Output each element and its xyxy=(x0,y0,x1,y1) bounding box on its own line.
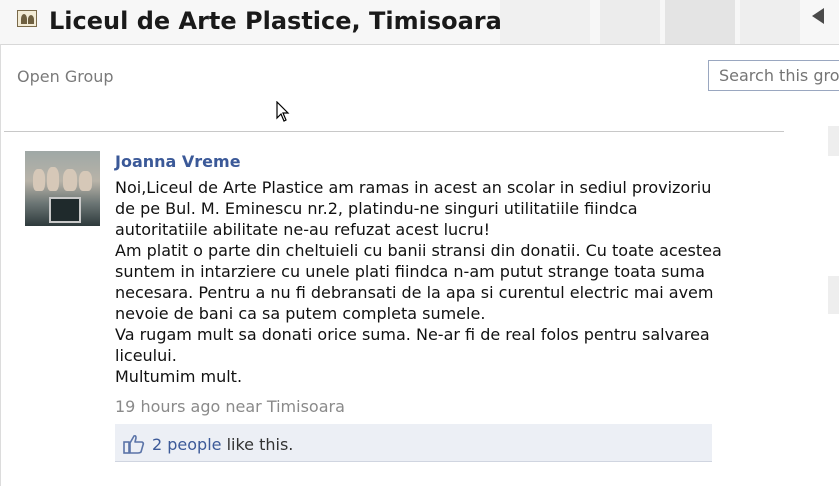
post-author-link[interactable]: Joanna Vreme xyxy=(115,152,241,171)
arrow-icon[interactable] xyxy=(812,8,824,24)
post-line: liceului. xyxy=(115,346,177,365)
likers-link[interactable]: 2 people xyxy=(152,435,222,454)
post-line: suntem in intarziere cu unele plati fiin… xyxy=(115,262,705,281)
divider xyxy=(4,131,784,132)
cover-photo-tile xyxy=(740,0,800,44)
like-summary: 2 people like this. xyxy=(115,424,712,462)
side-tile xyxy=(828,126,839,156)
mouse-cursor-icon xyxy=(276,101,290,122)
search-input[interactable] xyxy=(708,60,839,91)
post-line: Multumim mult. xyxy=(115,367,243,386)
group-header: Liceul de Arte Plastice, Timisoara xyxy=(0,0,839,45)
like-text: 2 people like this. xyxy=(152,435,293,454)
group-type-label: Open Group xyxy=(17,67,114,86)
cover-photo-tile xyxy=(665,0,735,44)
group-icon xyxy=(17,10,37,27)
post-line: Va rugam mult sa donati orice suma. Ne-a… xyxy=(115,325,710,344)
post-location[interactable]: near Timisoara xyxy=(225,397,345,416)
post-line: autoritatiile abilitate ne-au refuzat ac… xyxy=(115,220,491,239)
post-line: de pe Bul. M. Eminescu nr.2, platindu-ne… xyxy=(115,199,638,218)
post-line: Am platit o parte din cheltuieli cu bani… xyxy=(115,241,722,260)
side-tile xyxy=(828,276,839,314)
post-timestamp-link[interactable]: 19 hours ago xyxy=(115,397,220,416)
post-line: Noi,Liceul de Arte Plastice am ramas in … xyxy=(115,178,712,197)
post-body: Noi,Liceul de Arte Plastice am ramas in … xyxy=(115,177,775,387)
page-title: Liceul de Arte Plastice, Timisoara xyxy=(49,7,502,35)
thumbs-up-icon xyxy=(123,434,145,454)
avatar[interactable] xyxy=(25,151,100,226)
post-line: necesara. Pentru a nu fi debransati de l… xyxy=(115,283,714,302)
post-meta: 19 hours ago near Timisoara xyxy=(115,397,345,416)
post-line: nevoie de bani ca sa putem completa sume… xyxy=(115,304,486,323)
cover-photo-tile xyxy=(500,0,590,44)
like-suffix: like this. xyxy=(226,435,294,454)
left-border xyxy=(0,44,1,486)
cover-photo-tile xyxy=(600,0,660,44)
